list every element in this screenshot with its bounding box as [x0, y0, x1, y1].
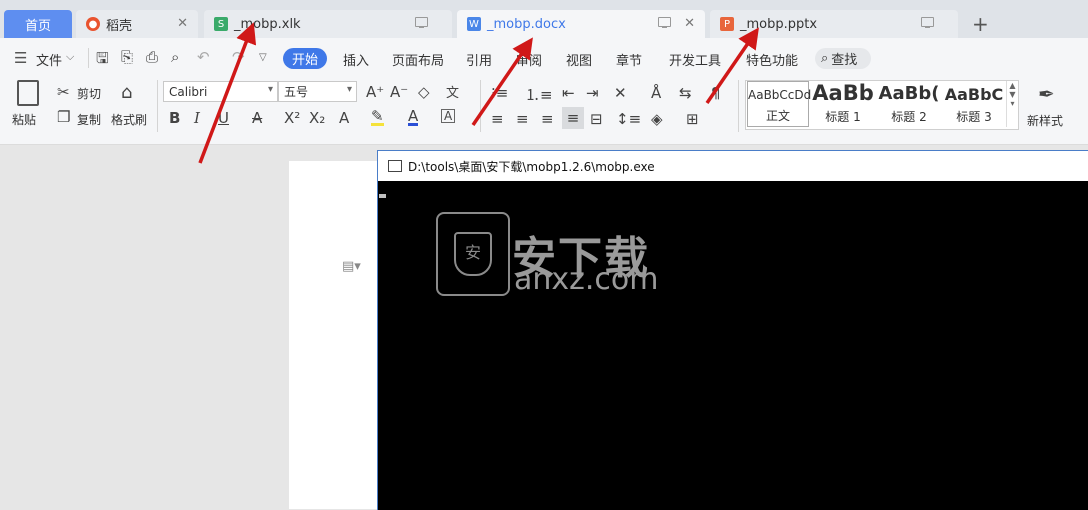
- annotation-arrows: [198, 22, 759, 164]
- arrow-to-xlk: [198, 22, 257, 164]
- arrow-to-pptx: [705, 27, 759, 104]
- arrow-to-docx: [471, 37, 533, 126]
